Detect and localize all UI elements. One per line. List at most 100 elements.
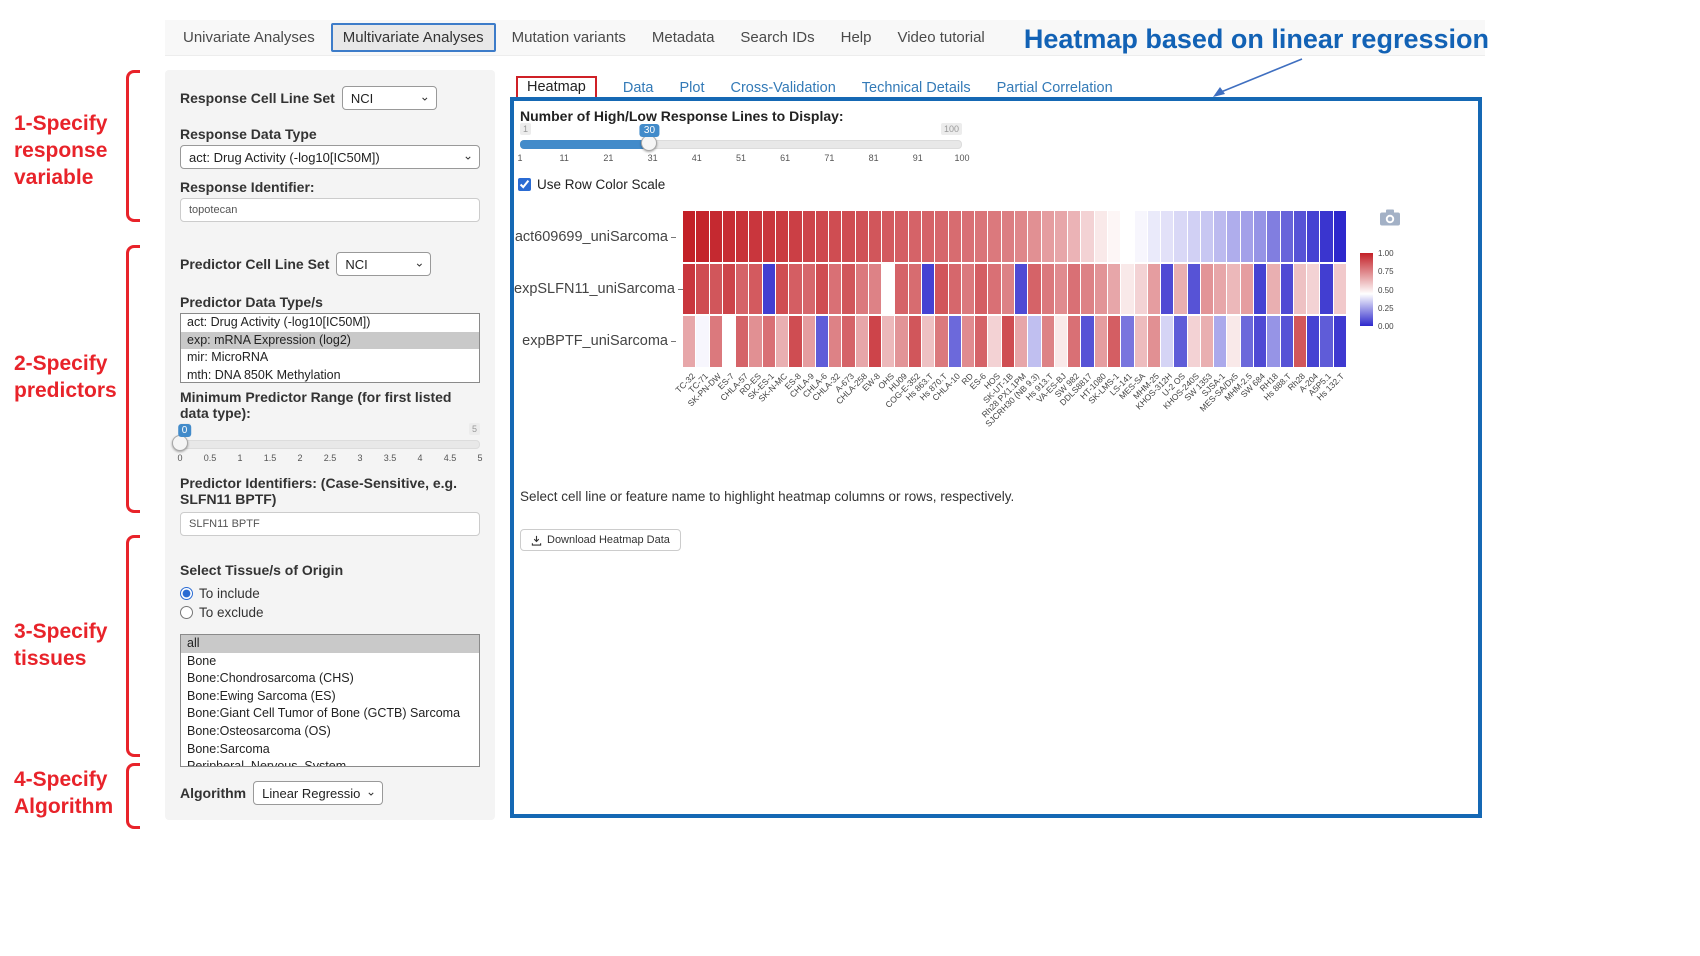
heatmap-cell-r0c44[interactable] [1267, 211, 1279, 262]
heatmap-cell-r2c25[interactable] [1015, 316, 1027, 367]
tab-data[interactable]: Data [623, 80, 654, 96]
heatmap-cell-r1c20[interactable] [949, 264, 961, 315]
heatmap-cell-r2c47[interactable] [1307, 316, 1319, 367]
heatmap-cell-r1c18[interactable] [922, 264, 934, 315]
heatmap-cell-r1c11[interactable] [829, 264, 841, 315]
heatmap-cell-r1c26[interactable] [1028, 264, 1040, 315]
heatmap-cell-r2c6[interactable] [763, 316, 775, 367]
heatmap-cell-r2c28[interactable] [1055, 316, 1067, 367]
predictor-identifiers-input[interactable] [180, 512, 480, 536]
tissue-option-peripheral-nervous-system[interactable]: Peripheral_Nervous_System [181, 758, 479, 767]
heatmap-cell-r0c25[interactable] [1015, 211, 1027, 262]
heatmap-cell-r0c15[interactable] [882, 211, 894, 262]
predictor-option-act-drug-activity-log10-ic50m[interactable]: act: Drug Activity (-log10[IC50M]) [181, 314, 479, 332]
predictor-option-exp-mrna-expression-log2[interactable]: exp: mRNA Expression (log2) [181, 332, 479, 350]
heatmap-cell-r0c40[interactable] [1214, 211, 1226, 262]
heatmap-cell-r0c3[interactable] [723, 211, 735, 262]
slider-handle[interactable] [172, 435, 188, 451]
heatmap-cell-r2c41[interactable] [1227, 316, 1239, 367]
heatmap-cell-r0c2[interactable] [710, 211, 722, 262]
heatmap-cell-r2c18[interactable] [922, 316, 934, 367]
heatmap-cell-r0c46[interactable] [1294, 211, 1306, 262]
heatmap-cell-r0c34[interactable] [1135, 211, 1147, 262]
heatmap-cell-r0c4[interactable] [736, 211, 748, 262]
heatmap-cell-r0c45[interactable] [1281, 211, 1293, 262]
heatmap-cell-r1c46[interactable] [1294, 264, 1306, 315]
heatmap-cell-r2c12[interactable] [842, 316, 854, 367]
heatmap-cell-r2c22[interactable] [975, 316, 987, 367]
heatmap-cell-r2c46[interactable] [1294, 316, 1306, 367]
heatmap-cell-r1c35[interactable] [1148, 264, 1160, 315]
tissue-include-radio[interactable] [180, 587, 193, 600]
heatmap-cell-r0c30[interactable] [1081, 211, 1093, 262]
heatmap-cell-r2c0[interactable] [683, 316, 695, 367]
heatmap-cell-r2c30[interactable] [1081, 316, 1093, 367]
heatmap-cell-r1c6[interactable] [763, 264, 775, 315]
heatmap-cell-r2c24[interactable] [1002, 316, 1014, 367]
tissue-exclude-radio[interactable] [180, 606, 193, 619]
heatmap-cell-r2c4[interactable] [736, 316, 748, 367]
heatmap-cell-r0c31[interactable] [1095, 211, 1107, 262]
heatmap-cell-r1c41[interactable] [1227, 264, 1239, 315]
heatmap-cell-r0c42[interactable] [1241, 211, 1253, 262]
heatmap-cell-r1c25[interactable] [1015, 264, 1027, 315]
response-identifier-input[interactable] [180, 198, 480, 222]
heatmap-cell-r0c12[interactable] [842, 211, 854, 262]
heatmap-cell-r0c18[interactable] [922, 211, 934, 262]
heatmap-cell-r1c29[interactable] [1068, 264, 1080, 315]
heatmap-cell-r0c27[interactable] [1042, 211, 1054, 262]
heatmap-cell-r1c4[interactable] [736, 264, 748, 315]
nav-tab-help[interactable]: Help [831, 25, 882, 50]
nav-tab-univariate-analyses[interactable]: Univariate Analyses [173, 25, 325, 50]
tissue-option-bone[interactable]: Bone [181, 653, 479, 671]
heatmap-cell-r2c38[interactable] [1188, 316, 1200, 367]
predictor-cell-line-set-select[interactable]: NCI [336, 252, 431, 276]
heatmap-cell-r0c20[interactable] [949, 211, 961, 262]
row-label-expslfn11-unisarcoma[interactable]: expSLFN11_uniSarcoma [514, 281, 676, 297]
heatmap-cell-r0c29[interactable] [1068, 211, 1080, 262]
heatmap-cell-r0c9[interactable] [803, 211, 815, 262]
heatmap-cell-r2c8[interactable] [789, 316, 801, 367]
heatmap-cell-r2c42[interactable] [1241, 316, 1253, 367]
heatmap-cell-r0c0[interactable] [683, 211, 695, 262]
heatmap-cell-r2c2[interactable] [710, 316, 722, 367]
heatmap-cell-r0c13[interactable] [856, 211, 868, 262]
heatmap-cell-r1c39[interactable] [1201, 264, 1213, 315]
tissue-option-bone-sarcoma[interactable]: Bone:Sarcoma [181, 741, 479, 759]
heatmap-cell-r2c35[interactable] [1148, 316, 1160, 367]
heatmap-cell-r0c19[interactable] [935, 211, 947, 262]
heatmap-cell-r1c49[interactable] [1334, 264, 1346, 315]
heatmap-cell-r1c45[interactable] [1281, 264, 1293, 315]
heatmap-cell-r0c36[interactable] [1161, 211, 1173, 262]
heatmap-cell-r1c38[interactable] [1188, 264, 1200, 315]
heatmap-cell-r0c14[interactable] [869, 211, 881, 262]
heatmap-cell-r2c23[interactable] [988, 316, 1000, 367]
lines-slider[interactable]: 1 100 30 1112131415161718191100 [520, 123, 962, 167]
heatmap-cell-r2c20[interactable] [949, 316, 961, 367]
heatmap-cell-r2c13[interactable] [856, 316, 868, 367]
response-cell-line-set-select[interactable]: NCI [342, 86, 437, 110]
heatmap-cell-r1c23[interactable] [988, 264, 1000, 315]
heatmap-cell-r1c42[interactable] [1241, 264, 1253, 315]
heatmap-cell-r0c6[interactable] [763, 211, 775, 262]
heatmap-cell-r2c26[interactable] [1028, 316, 1040, 367]
heatmap-cell-r1c32[interactable] [1108, 264, 1120, 315]
heatmap-cell-r0c33[interactable] [1121, 211, 1133, 262]
heatmap-cell-r2c49[interactable] [1334, 316, 1346, 367]
heatmap-cell-r0c32[interactable] [1108, 211, 1120, 262]
heatmap-cell-r2c7[interactable] [776, 316, 788, 367]
heatmap-cell-r1c37[interactable] [1174, 264, 1186, 315]
nav-tab-mutation-variants[interactable]: Mutation variants [502, 25, 636, 50]
heatmap-cell-r1c5[interactable] [749, 264, 761, 315]
predictor-option-mir-microrna[interactable]: mir: MicroRNA [181, 349, 479, 367]
heatmap-cell-r2c29[interactable] [1068, 316, 1080, 367]
response-data-type-select[interactable]: act: Drug Activity (-log10[IC50M]) [180, 145, 480, 169]
heatmap-cell-r2c40[interactable] [1214, 316, 1226, 367]
heatmap-cell-r1c21[interactable] [962, 264, 974, 315]
heatmap-cell-r0c1[interactable] [696, 211, 708, 262]
heatmap-cell-r1c16[interactable] [895, 264, 907, 315]
camera-icon[interactable] [1380, 209, 1400, 226]
heatmap-cell-r2c44[interactable] [1267, 316, 1279, 367]
heatmap-cell-r0c37[interactable] [1174, 211, 1186, 262]
heatmap-cell-r1c30[interactable] [1081, 264, 1093, 315]
